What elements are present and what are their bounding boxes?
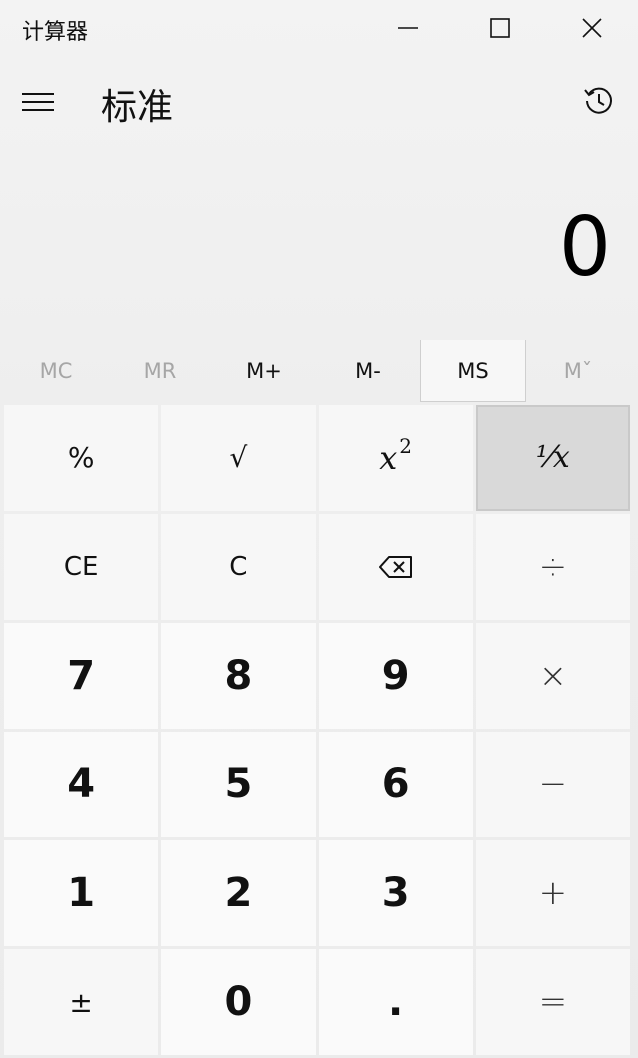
mode-title: 标准 <box>101 87 174 128</box>
close-icon <box>582 18 602 38</box>
hamburger-icon <box>22 93 54 111</box>
app-title: 计算器 <box>22 20 89 45</box>
navigation-menu-button[interactable] <box>14 80 62 124</box>
minimize-icon <box>398 27 418 29</box>
clear-entry-button[interactable]: CE <box>4 513 159 620</box>
digit-0-button[interactable]: 0 <box>161 949 316 1055</box>
square-button[interactable]: x 2 <box>318 405 473 511</box>
calculator-window: 计算器 标准 0 MC MR M+ M- MS Mˇ % √ x 2 ⅟x CE… <box>0 0 638 1058</box>
close-button[interactable] <box>562 0 622 56</box>
memory-clear-button[interactable]: MC <box>4 340 108 402</box>
square-exponent: 2 <box>399 433 413 458</box>
memory-list-button[interactable]: Mˇ <box>526 340 630 402</box>
history-icon <box>584 87 612 114</box>
equals-button[interactable]: = <box>475 949 630 1055</box>
keypad: % √ x 2 ⅟x CE C ÷ 7 8 9 × 4 5 6 − 1 2 3 … <box>4 405 630 1055</box>
digit-9-button[interactable]: 9 <box>318 622 473 729</box>
multiply-button[interactable]: × <box>475 622 630 729</box>
negate-button[interactable]: ± <box>4 949 159 1055</box>
percent-button[interactable]: % <box>4 405 159 511</box>
memory-add-button[interactable]: M+ <box>212 340 316 402</box>
reciprocal-button[interactable]: ⅟x <box>475 405 630 511</box>
add-button[interactable]: + <box>475 840 630 947</box>
reciprocal-label: ⅟x <box>535 440 570 476</box>
memory-store-button[interactable]: MS <box>420 340 526 402</box>
memory-subtract-button[interactable]: M- <box>316 340 420 402</box>
digit-6-button[interactable]: 6 <box>318 731 473 838</box>
backspace-button[interactable] <box>318 513 473 620</box>
clear-button[interactable]: C <box>161 513 316 620</box>
digit-1-button[interactable]: 1 <box>4 840 159 947</box>
decimal-button[interactable]: . <box>318 949 473 1055</box>
subtract-button[interactable]: − <box>475 731 630 838</box>
maximize-icon <box>490 18 510 38</box>
result-display: 0 <box>558 200 611 295</box>
digit-8-button[interactable]: 8 <box>161 622 316 729</box>
digit-4-button[interactable]: 4 <box>4 731 159 838</box>
square-root-button[interactable]: √ <box>161 405 316 511</box>
digit-2-button[interactable]: 2 <box>161 840 316 947</box>
minimize-button[interactable] <box>378 0 438 56</box>
digit-7-button[interactable]: 7 <box>4 622 159 729</box>
backspace-icon <box>378 555 412 578</box>
title-bar: 计算器 <box>0 0 638 56</box>
digit-5-button[interactable]: 5 <box>161 731 316 838</box>
maximize-button[interactable] <box>470 0 530 56</box>
memory-recall-button[interactable]: MR <box>108 340 212 402</box>
history-button[interactable] <box>574 78 624 124</box>
divide-button[interactable]: ÷ <box>475 513 630 620</box>
digit-3-button[interactable]: 3 <box>318 840 473 947</box>
memory-row: MC MR M+ M- MS Mˇ <box>4 340 630 402</box>
square-base: x <box>379 438 398 477</box>
